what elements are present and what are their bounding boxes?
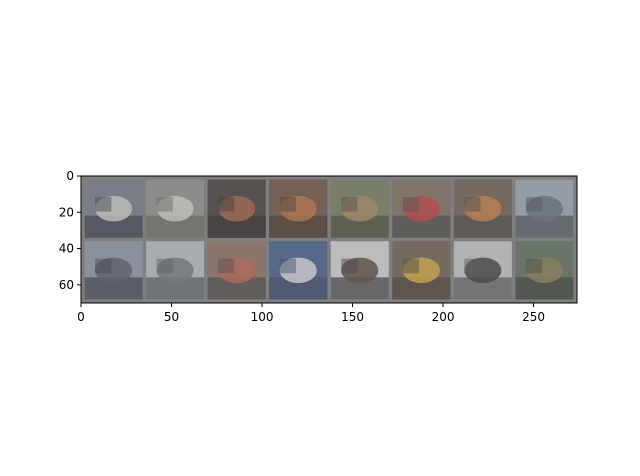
automobile-tile xyxy=(207,241,266,300)
tile-overlay xyxy=(146,179,205,238)
tile-overlay xyxy=(515,179,574,238)
y-tick-label: 0 xyxy=(66,169,74,183)
x-tick-label: 100 xyxy=(251,310,274,324)
truck-tile xyxy=(146,179,205,238)
truck-tile xyxy=(392,179,451,238)
horse-tile xyxy=(269,179,328,238)
tile-overlay xyxy=(453,241,512,300)
automobile-tile xyxy=(392,241,451,300)
tile-overlay xyxy=(392,241,451,300)
tile-overlay xyxy=(269,241,328,300)
tile-overlay xyxy=(207,179,266,238)
tile-overlay xyxy=(515,241,574,300)
y-tick-label: 20 xyxy=(59,205,74,219)
x-tick-label: 150 xyxy=(341,310,364,324)
ship-tile xyxy=(269,241,328,300)
x-tick-label: 200 xyxy=(432,310,455,324)
tile-overlay xyxy=(84,241,143,300)
x-tick-label: 50 xyxy=(164,310,179,324)
x-tick-label: 0 xyxy=(77,310,85,324)
figure-canvas: 0 50 100 150 200 250 0 20 40 60 xyxy=(59,169,578,324)
ship-tile xyxy=(515,179,574,238)
dog-tile xyxy=(453,179,512,238)
tile-overlay xyxy=(392,179,451,238)
ship-tile xyxy=(453,241,512,300)
image-grid xyxy=(81,176,577,303)
tile-overlay xyxy=(330,179,389,238)
tile-overlay xyxy=(330,241,389,300)
deer-tile xyxy=(330,179,389,238)
y-tick-label: 60 xyxy=(59,278,74,292)
y-axis: 0 20 40 60 xyxy=(59,169,81,292)
y-tick-label: 40 xyxy=(59,242,74,256)
x-axis: 0 50 100 150 200 250 xyxy=(77,303,545,324)
ship-tile xyxy=(84,241,143,300)
horse-tile xyxy=(330,241,389,300)
tile-overlay xyxy=(453,179,512,238)
truck-tile xyxy=(84,179,143,238)
tile-overlay xyxy=(207,241,266,300)
ship-tile xyxy=(146,241,205,300)
frog-tile xyxy=(207,179,266,238)
tile-overlay xyxy=(269,179,328,238)
tile-overlay xyxy=(84,179,143,238)
x-tick-label: 250 xyxy=(522,310,545,324)
tile-overlay xyxy=(146,241,205,300)
deer-tile xyxy=(515,241,574,300)
